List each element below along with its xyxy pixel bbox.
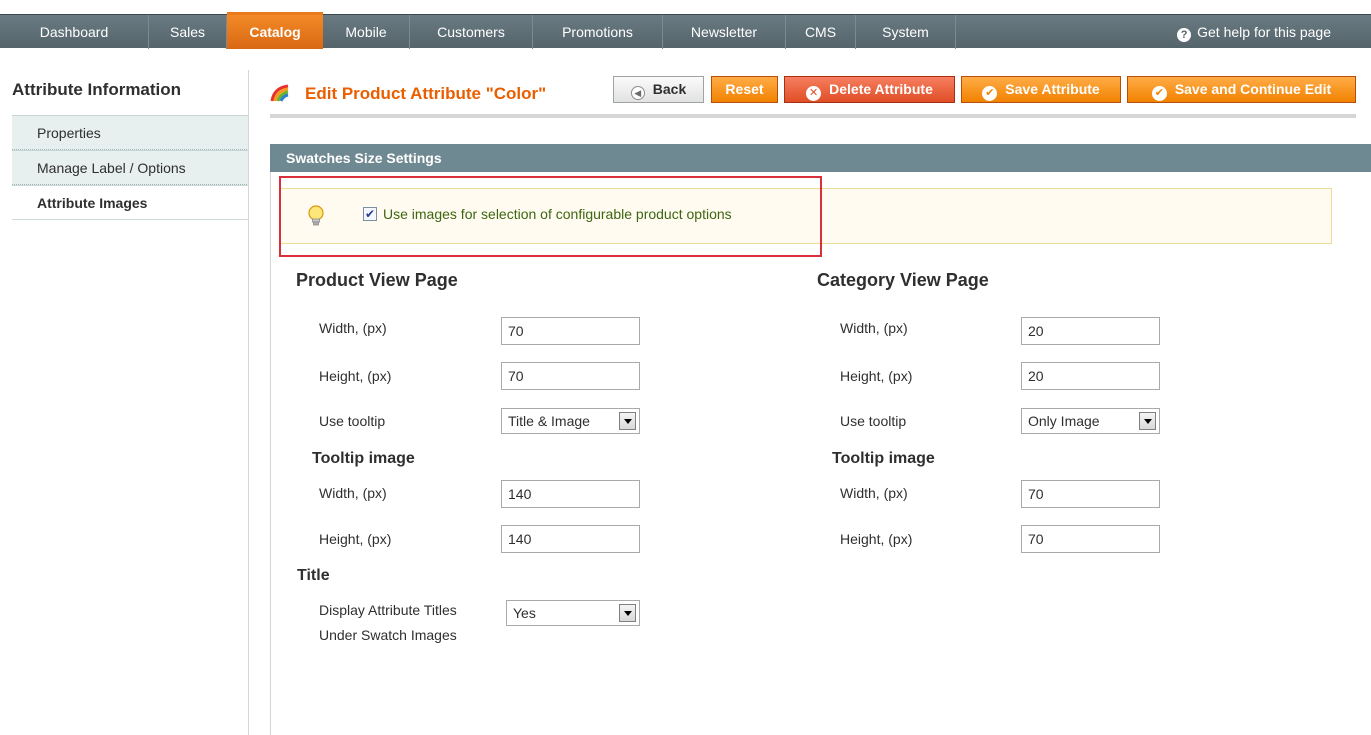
top-navigation: Dashboard Sales Catalog Mobile Customers… [0, 0, 1371, 49]
category-width-input[interactable] [1021, 317, 1160, 345]
nav-sales[interactable]: Sales [149, 15, 227, 49]
chevron-down-icon [619, 604, 636, 622]
product-width-input[interactable] [501, 317, 640, 345]
delete-button-label: Delete Attribute [829, 81, 933, 97]
nav-dashboard[interactable]: Dashboard [0, 15, 149, 49]
product-tooltip-image-title: Tooltip image [312, 450, 415, 467]
product-view-title: Product View Page [296, 270, 458, 290]
display-titles-select[interactable]: Yes [506, 600, 640, 626]
main-menu-bar: Dashboard Sales Catalog Mobile Customers… [0, 12, 1371, 49]
category-tt-width-input[interactable] [1021, 480, 1160, 508]
header-divider [270, 114, 1356, 118]
nav-catalog[interactable]: Catalog [227, 12, 323, 49]
category-tt-height-input[interactable] [1021, 525, 1160, 553]
sidebar-item-manage-label-options[interactable]: Manage Label / Options [12, 150, 249, 185]
save-continue-button[interactable]: ✔ Save and Continue Edit [1127, 76, 1356, 103]
attribute-rainbow-icon [270, 84, 289, 102]
back-button-label: Back [652, 81, 687, 97]
nav-cms[interactable]: CMS [786, 15, 856, 49]
sidebar-tabs: Properties Manage Label / Options Attrib… [12, 115, 249, 220]
display-titles-value: Yes [513, 605, 536, 621]
category-tooltip-select[interactable]: Only Image [1021, 408, 1160, 434]
save-attribute-button[interactable]: ✔ Save Attribute [961, 76, 1121, 103]
help-label: Get help for this page [1197, 24, 1331, 40]
back-button[interactable]: ◀ Back [613, 76, 704, 103]
title-section-heading: Title [297, 567, 330, 584]
reset-button-label: Reset [725, 81, 764, 97]
section-header: Swatches Size Settings [270, 144, 1371, 172]
category-width-label: Width, (px) [840, 320, 908, 336]
nav-newsletter[interactable]: Newsletter [663, 15, 786, 49]
sidebar-item-properties[interactable]: Properties [12, 115, 249, 150]
save-button-label: Save Attribute [1005, 81, 1100, 97]
nav-mobile[interactable]: Mobile [323, 15, 410, 49]
product-tooltip-value: Title & Image [508, 413, 590, 429]
sidebar-item-attribute-images[interactable]: Attribute Images [12, 185, 249, 220]
page-title: Edit Product Attribute "Color" [305, 84, 547, 103]
save-check-icon: ✔ [982, 86, 998, 101]
save-continue-button-label: Save and Continue Edit [1174, 81, 1332, 97]
nav-customers[interactable]: Customers [410, 15, 533, 49]
product-tt-width-input[interactable] [501, 480, 640, 508]
product-tooltip-label: Use tooltip [319, 413, 386, 429]
category-tooltip-label: Use tooltip [840, 413, 907, 429]
save-continue-check-icon: ✔ [1151, 86, 1167, 101]
product-width-label: Width, (px) [319, 320, 387, 336]
category-height-input[interactable] [1021, 362, 1160, 390]
highlight-annotation-box [279, 176, 822, 257]
product-height-label: Height, (px) [319, 368, 392, 384]
chevron-down-icon [1139, 412, 1156, 430]
chevron-down-icon [619, 412, 636, 430]
display-titles-label-line1: Display Attribute Titles [319, 602, 457, 618]
category-view-title: Category View Page [817, 270, 989, 290]
delete-x-icon: ✕ [806, 86, 822, 101]
nav-system[interactable]: System [856, 15, 956, 49]
product-tt-height-label: Height, (px) [319, 531, 392, 547]
help-question-icon: ? [1177, 28, 1192, 42]
product-tt-height-input[interactable] [501, 525, 640, 553]
display-titles-label-line2: Under Swatch Images [319, 627, 457, 643]
sidebar-title: Attribute Information [12, 80, 182, 99]
help-link[interactable]: ? Get help for this page [1177, 15, 1331, 49]
category-tt-width-label: Width, (px) [840, 485, 908, 501]
category-tooltip-value: Only Image [1028, 413, 1100, 429]
back-arrow-icon: ◀ [630, 86, 645, 100]
reset-button[interactable]: Reset [711, 76, 778, 103]
product-tt-width-label: Width, (px) [319, 485, 387, 501]
delete-attribute-button[interactable]: ✕ Delete Attribute [784, 76, 955, 103]
category-tooltip-image-title: Tooltip image [832, 450, 935, 467]
product-tooltip-select[interactable]: Title & Image [501, 408, 640, 434]
category-height-label: Height, (px) [840, 368, 913, 384]
category-tt-height-label: Height, (px) [840, 531, 913, 547]
sidebar-divider [248, 70, 249, 735]
nav-promotions[interactable]: Promotions [533, 15, 663, 49]
product-height-input[interactable] [501, 362, 640, 390]
